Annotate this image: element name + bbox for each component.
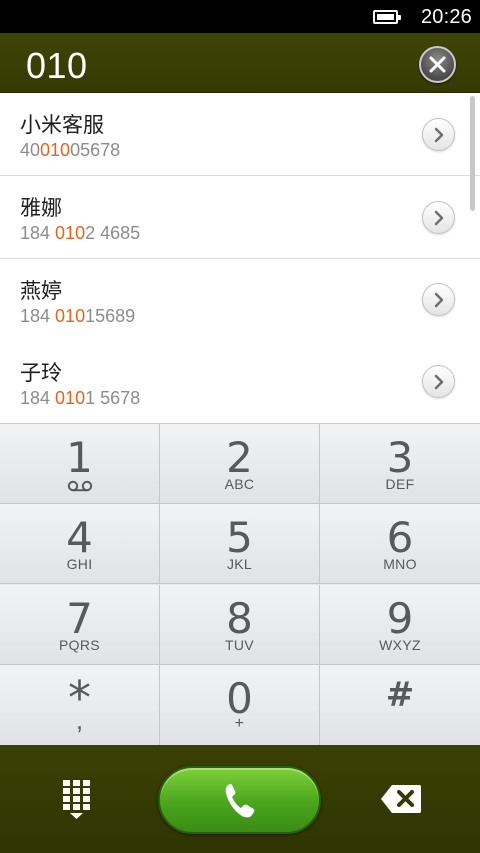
contact-row[interactable]: 燕婷 184 01015689	[0, 259, 480, 342]
chevron-right-icon	[434, 292, 444, 308]
close-icon	[429, 56, 446, 73]
key-digit: 5	[226, 513, 253, 562]
dialed-number: 010	[26, 45, 88, 86]
dialer-action-bar	[0, 745, 480, 853]
clear-number-button[interactable]	[419, 46, 456, 83]
key-star[interactable]: * ,	[0, 665, 160, 745]
key-digit: 2	[226, 433, 253, 482]
key-7[interactable]: 7 PQRS	[0, 585, 160, 665]
key-digit: 8	[226, 594, 253, 643]
number-suffix: 05678	[70, 140, 121, 160]
number-prefix: 184	[20, 388, 56, 408]
keypad-grid-icon	[63, 780, 90, 819]
key-5[interactable]: 5 JKL	[160, 504, 320, 584]
key-6[interactable]: 6 MNO	[320, 504, 480, 584]
key-letters: PQRS	[59, 637, 100, 653]
key-letters: ABC	[224, 476, 255, 492]
contact-name: 雅娜	[20, 196, 62, 220]
status-time: 20:26	[420, 6, 472, 28]
key-letters: JKL	[226, 556, 253, 572]
key-letters: DEF	[385, 476, 415, 492]
chevron-right-icon	[434, 374, 444, 390]
key-digit: #	[385, 675, 415, 715]
phone-handset-icon	[225, 783, 255, 818]
number-match: 010	[55, 223, 86, 243]
number-suffix: 1 5678	[85, 388, 141, 408]
key-digit: 3	[386, 433, 414, 482]
call-button[interactable]	[158, 766, 321, 834]
contact-name: 燕婷	[20, 279, 62, 303]
key-4[interactable]: 4 GHI	[0, 504, 160, 584]
backspace-button[interactable]	[380, 784, 422, 819]
key-hash[interactable]: #	[320, 665, 480, 745]
contact-number: 4001005678	[20, 140, 120, 161]
contact-row[interactable]: 小米客服 4001005678	[0, 93, 480, 176]
number-suffix: 2 4685	[85, 223, 141, 243]
dialed-number-bar: 010	[0, 33, 480, 93]
number-prefix: 184	[20, 306, 56, 326]
key-letters: WXYZ	[379, 637, 421, 653]
dial-keypad: 1 2 ABC 3 DEF 4 GHI 5 JKL 6 MNO 7 PQRS 8…	[0, 423, 480, 745]
battery-icon	[373, 10, 401, 24]
key-digit: 7	[66, 594, 93, 643]
key-digit: 4	[66, 513, 93, 562]
key-9[interactable]: 9 WXYZ	[320, 585, 480, 665]
key-letters: TUV	[225, 637, 254, 653]
number-match: 010	[55, 306, 86, 326]
contact-detail-button[interactable]	[422, 201, 455, 234]
battery-fill	[377, 14, 394, 20]
number-suffix: 15689	[85, 306, 136, 326]
contact-row[interactable]: 雅娜 184 0102 4685	[0, 176, 480, 259]
key-digit: 9	[386, 594, 414, 643]
contact-number: 184 0102 4685	[20, 223, 140, 244]
chevron-right-icon	[434, 210, 444, 226]
key-letters: GHI	[66, 556, 93, 572]
number-prefix: 40	[20, 140, 41, 160]
key-letters: +	[234, 715, 245, 732]
contact-results-list[interactable]: 小米客服 4001005678 雅娜 184 0102 4685 燕婷 184 …	[0, 93, 480, 423]
backspace-icon	[381, 785, 421, 813]
contact-detail-button[interactable]	[422, 365, 455, 398]
key-3[interactable]: 3 DEF	[320, 424, 480, 504]
key-digit: 6	[386, 513, 414, 562]
scrollbar[interactable]	[470, 96, 475, 211]
contact-detail-button[interactable]	[422, 283, 455, 316]
contact-name: 小米客服	[20, 113, 104, 137]
contact-name: 子玲	[20, 361, 62, 385]
number-match: 010	[55, 388, 86, 408]
key-digit: 1	[66, 433, 93, 482]
key-2[interactable]: 2 ABC	[160, 424, 320, 504]
contact-detail-button[interactable]	[422, 118, 455, 151]
key-letters: MNO	[383, 556, 417, 572]
status-bar: 20:26	[0, 0, 480, 33]
key-1[interactable]: 1	[0, 424, 160, 504]
key-0[interactable]: 0 +	[160, 665, 320, 745]
key-letters: ,	[75, 705, 84, 735]
contact-number: 184 01015689	[20, 306, 135, 327]
contact-row[interactable]: 子玲 184 0101 5678	[0, 341, 480, 423]
key-8[interactable]: 8 TUV	[160, 585, 320, 665]
keypad-toggle-button[interactable]	[57, 780, 97, 820]
number-match: 010	[40, 140, 71, 160]
number-prefix: 184	[20, 223, 56, 243]
chevron-right-icon	[434, 127, 444, 143]
voicemail-icon	[67, 480, 93, 492]
contact-number: 184 0101 5678	[20, 388, 140, 409]
